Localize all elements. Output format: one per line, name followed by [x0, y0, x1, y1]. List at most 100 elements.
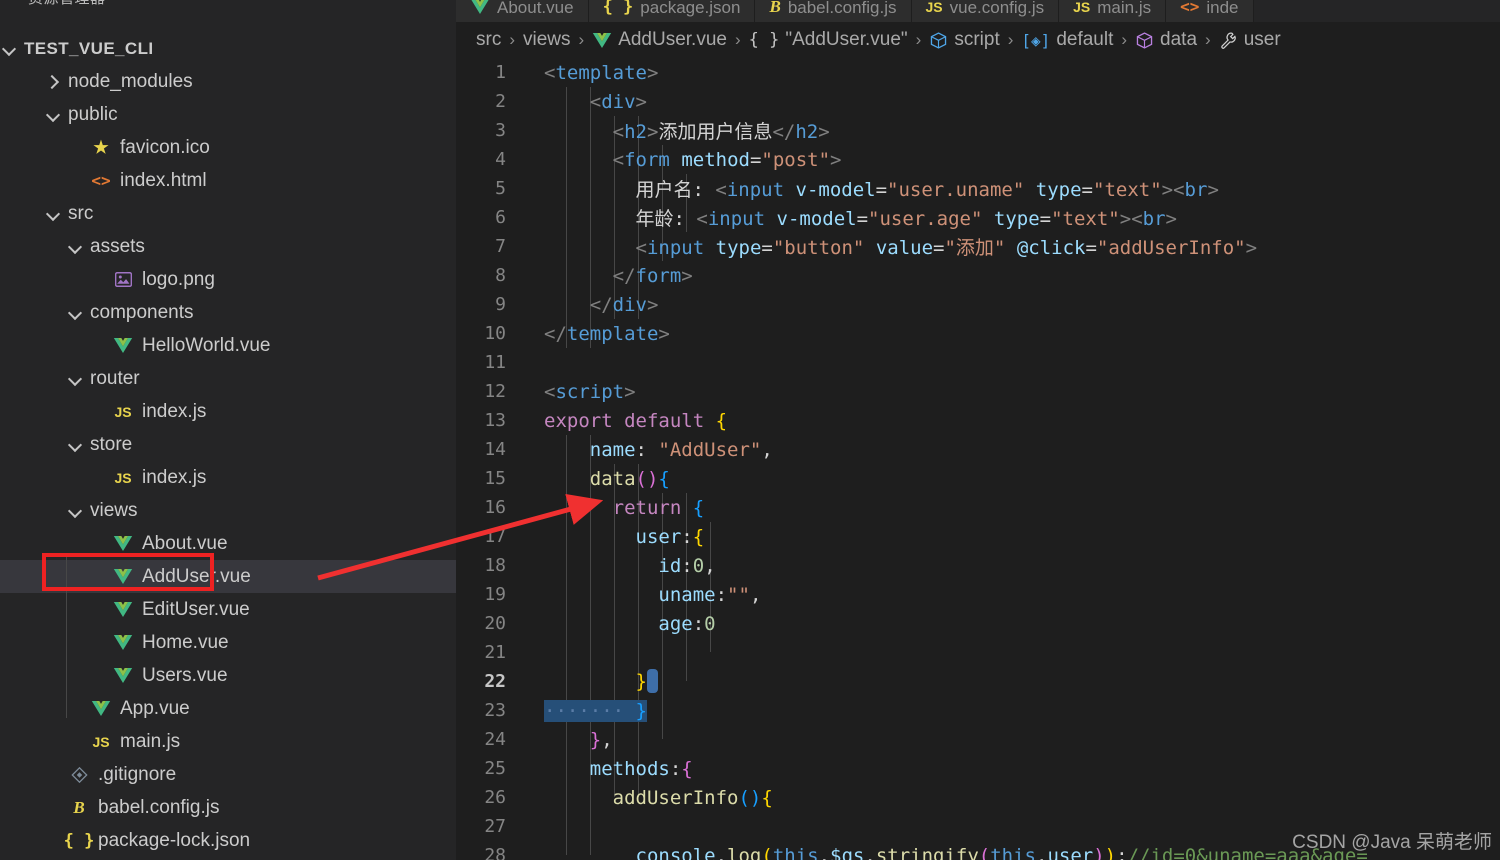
tree-item-label: router [90, 367, 140, 389]
tree-item-app-vue[interactable]: App.vue [0, 692, 456, 725]
tree-item-logo-png[interactable]: logo.png [0, 263, 456, 296]
chevron-down-icon[interactable] [66, 238, 84, 256]
code-line-17[interactable]: 17 user:{ [456, 522, 1500, 551]
code-token: ( [978, 844, 991, 860]
code-token: stringify [875, 844, 979, 860]
editor-tab-about-vue[interactable]: About.vue [456, 0, 589, 22]
chevron-down-icon[interactable] [0, 40, 18, 58]
cube-blue-icon [929, 31, 948, 50]
code-line-26[interactable]: 26 addUserInfo(){ [456, 783, 1500, 812]
tree-item-adduser-vue[interactable]: AddUser.vue [0, 560, 456, 593]
tree-item-label: logo.png [142, 268, 215, 290]
code-token: input [726, 179, 785, 201]
code-line-6[interactable]: 6 年龄: <input v-model="user.age" type="te… [456, 203, 1500, 232]
explorer-sidebar[interactable]: 资源管理器 ··· TEST_VUE_CLI node_modulespubli… [0, 0, 456, 860]
tree-item-babel-config-js[interactable]: Bbabel.config.js [0, 791, 456, 824]
breadcrumb-item-default[interactable]: [◈] default [1021, 29, 1113, 51]
code-line-2[interactable]: 2 <div> [456, 87, 1500, 116]
tree-root-test-vue-cli[interactable]: TEST_VUE_CLI [0, 32, 456, 65]
tree-item-users-vue[interactable]: Users.vue [0, 659, 456, 692]
editor-tab-package-json[interactable]: { } package.json [588, 0, 756, 22]
code-line-19[interactable]: 19 uname:"", [456, 580, 1500, 609]
code-line-21[interactable]: 21 [456, 638, 1500, 667]
tree-item-views[interactable]: views [0, 494, 456, 527]
code-token: : [669, 757, 682, 780]
editor-tab-vue-config-js[interactable]: JS vue.config.js [911, 0, 1060, 22]
code-line-7[interactable]: 7 <input type="button" value="添加" @click… [456, 232, 1500, 261]
code-line-4[interactable]: 4 <form method="post"> [456, 145, 1500, 174]
code-line-9[interactable]: 9 </div> [456, 290, 1500, 319]
tree-item-gitignore[interactable]: .gitignore [0, 758, 456, 791]
breadcrumb[interactable]: src › views › AddUser.vue › { } "AddUser.vue" › s… [456, 22, 1500, 58]
chevron-down-icon[interactable] [66, 304, 84, 322]
code-line-14[interactable]: 14 name: "AddUser", [456, 435, 1500, 464]
code-token: < [635, 237, 647, 259]
code-text: </div> [520, 294, 1500, 316]
code-line-18[interactable]: 18 id:0, [456, 551, 1500, 580]
tree-item-public[interactable]: public [0, 98, 456, 131]
breadcrumb-item-data[interactable]: data [1135, 29, 1197, 51]
tree-item-index-html[interactable]: <> index.html [0, 164, 456, 197]
code-line-24[interactable]: 24 }, [456, 725, 1500, 754]
code-line-3[interactable]: 3 <h2>添加用户信息</h2> [456, 116, 1500, 145]
code-token: data [589, 467, 636, 490]
tree-item-package-lock-json[interactable]: { } package-lock.json [0, 824, 456, 857]
js-tab-icon: JS [1073, 0, 1091, 15]
code-line-28[interactable]: 28 console.log(this.$qs.stringify(this.u… [456, 841, 1500, 860]
code-line-25[interactable]: 25 methods:{ [456, 754, 1500, 783]
breadcrumb-item-user[interactable]: user [1219, 29, 1281, 51]
editor-tab-inde[interactable]: <> inde [1166, 0, 1254, 22]
chevron-down-icon[interactable] [66, 436, 84, 454]
code-line-8[interactable]: 8 </form> [456, 261, 1500, 290]
tree-item-assets[interactable]: assets [0, 230, 456, 263]
code-line-22[interactable]: 22 } [456, 667, 1500, 696]
code-token: < [612, 121, 625, 143]
code-token: "button" [772, 237, 865, 259]
code-line-15[interactable]: 15 data(){ [456, 464, 1500, 493]
editor-tab-main-js[interactable]: JS main.js [1059, 0, 1167, 22]
explorer-more-icon[interactable]: ··· [406, 0, 426, 5]
chevron-down-icon[interactable] [44, 205, 62, 223]
tree-item-home-vue[interactable]: Home.vue [0, 626, 456, 659]
code-line-5[interactable]: 5 用户名: <input v-model="user.uname" type=… [456, 174, 1500, 203]
code-text: id:0, [520, 555, 1500, 577]
code-line-16[interactable]: 16 return { [456, 493, 1500, 522]
tree-item-router[interactable]: router [0, 362, 456, 395]
code-line-12[interactable]: 12 <script> [456, 377, 1500, 406]
code-line-1[interactable]: 1 <template> [456, 58, 1500, 87]
code-line-11[interactable]: 11 [456, 348, 1500, 377]
tree-item-edituser-vue[interactable]: EditUser.vue [0, 593, 456, 626]
line-number: 1 [495, 62, 506, 83]
code-line-27[interactable]: 27 [456, 812, 1500, 841]
tree-item-components[interactable]: components [0, 296, 456, 329]
tree-item-label: App.vue [120, 697, 190, 719]
tree-item-node-modules[interactable]: node_modules [0, 65, 456, 98]
code-editor[interactable]: 1 <template> 2 <div> 3 <h2>添加用户信息</h2> 4 <fo… [456, 58, 1500, 860]
editor-tab-babel-config-js[interactable]: Bbabel.config.js [755, 0, 912, 22]
tree-item-about-vue[interactable]: About.vue [0, 527, 456, 560]
tree-item-favicon-ico[interactable]: ★ favicon.ico [0, 131, 456, 164]
breadcrumb-item-adduservue[interactable]: AddUser.vue [592, 29, 727, 51]
chevron-right-icon[interactable] [44, 73, 62, 91]
breadcrumb-item-adduservue[interactable]: { } "AddUser.vue" [749, 29, 908, 51]
chevron-down-icon[interactable] [66, 502, 84, 520]
chevron-down-icon[interactable] [44, 106, 62, 124]
tree-item-main-js[interactable]: JS main.js [0, 725, 456, 758]
chevron-down-icon[interactable] [66, 370, 84, 388]
code-line-20[interactable]: 20 age:0 [456, 609, 1500, 638]
breadcrumb-item-views[interactable]: views [523, 29, 571, 51]
breadcrumb-item-src[interactable]: src [476, 29, 501, 51]
tree-item-store[interactable]: store [0, 428, 456, 461]
tree-item-index-js[interactable]: JS index.js [0, 395, 456, 428]
tree-item-src[interactable]: src [0, 197, 456, 230]
code-line-13[interactable]: 13 export default { [456, 406, 1500, 435]
editor-tab-bar[interactable]: About.vue { } package.json Bbabel.config.js… [456, 0, 1500, 22]
code-line-23[interactable]: 23 ······· } [456, 696, 1500, 725]
code-line-10[interactable]: 10 </template> [456, 319, 1500, 348]
tree-item-helloworld-vue[interactable]: HelloWorld.vue [0, 329, 456, 362]
code-token: ······· [544, 699, 636, 722]
breadcrumb-item-script[interactable]: script [929, 29, 1000, 51]
tree-item-index-js[interactable]: JS index.js [0, 461, 456, 494]
file-tree[interactable]: TEST_VUE_CLI node_modules public ★ favicon.… [0, 32, 456, 857]
